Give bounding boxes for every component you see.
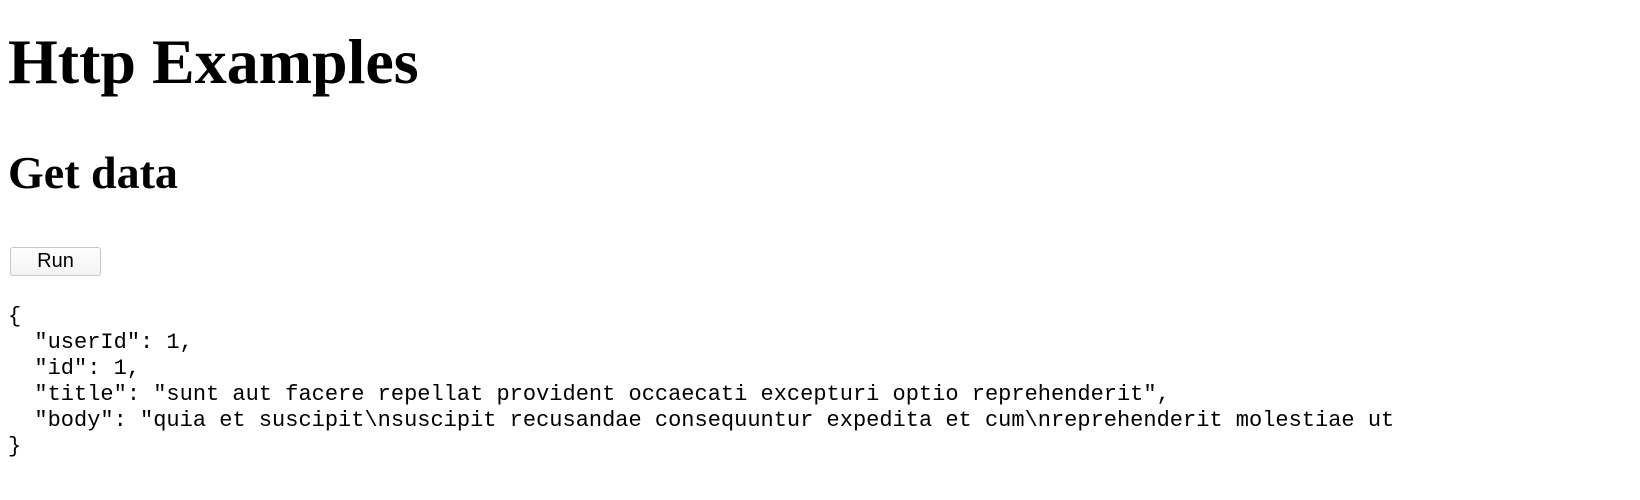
run-button[interactable]: Run: [10, 247, 101, 276]
json-line: "title": "sunt aut facere repellat provi…: [8, 382, 1170, 407]
json-output: { "userId": 1, "id": 1, "title": "sunt a…: [8, 304, 1640, 460]
section-title: Get data: [8, 147, 178, 198]
json-line: "id": 1,: [8, 356, 141, 381]
json-line: "userId": 1,: [8, 330, 193, 355]
json-line: }: [8, 434, 22, 459]
json-line: "body": "quia et suscipit\nsuscipit recu…: [8, 408, 1395, 433]
page-title: Http Examples: [8, 26, 419, 97]
json-line: {: [8, 304, 22, 329]
